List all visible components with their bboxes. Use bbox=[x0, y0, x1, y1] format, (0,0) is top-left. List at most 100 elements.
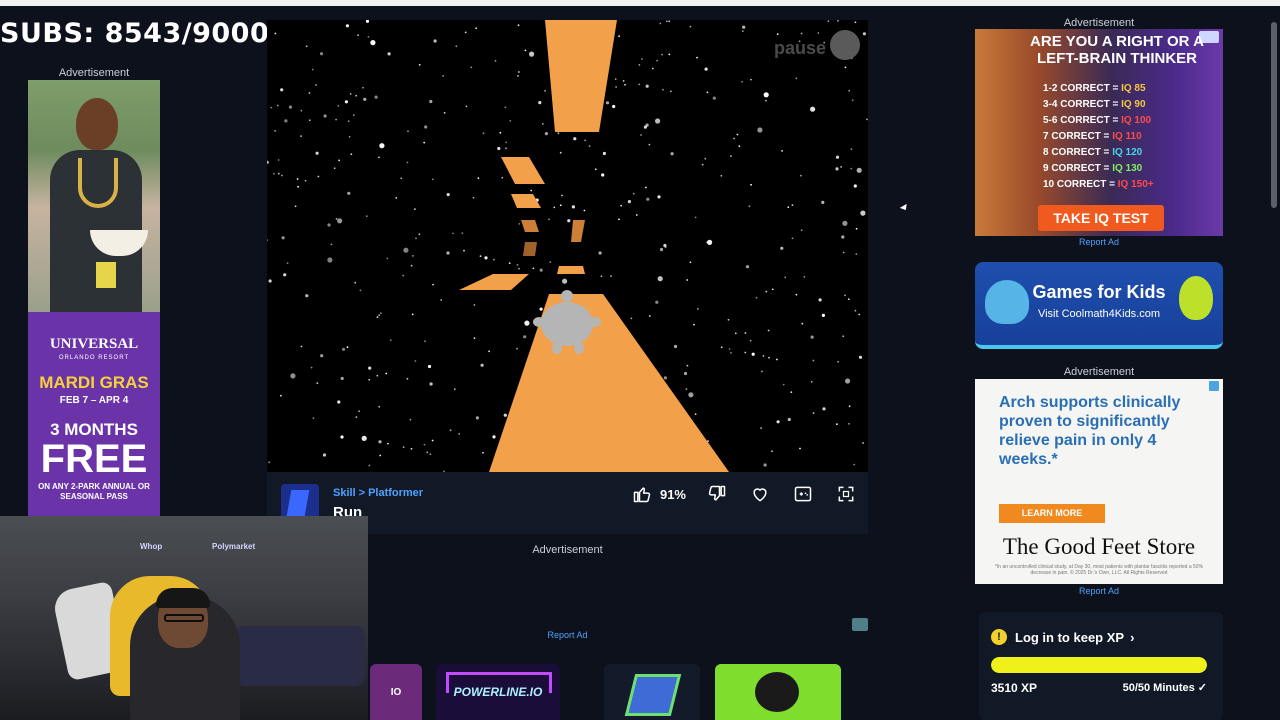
star bbox=[427, 364, 432, 369]
iq-test-ad[interactable]: ARE YOU A RIGHT OR A LEFT-BRAIN THINKER … bbox=[975, 29, 1223, 236]
star bbox=[588, 145, 591, 147]
related-game-card[interactable] bbox=[715, 664, 841, 720]
star bbox=[659, 22, 662, 25]
pause-button[interactable] bbox=[830, 30, 860, 60]
ad-brand-sub: ORLANDO RESORT bbox=[58, 355, 130, 361]
star bbox=[281, 236, 285, 240]
xp-value: 3510 XP bbox=[991, 681, 1038, 695]
page-scrollbar[interactable] bbox=[1271, 22, 1277, 208]
star bbox=[559, 204, 562, 207]
ad-choices-icon[interactable] bbox=[1209, 381, 1219, 391]
star bbox=[646, 197, 650, 201]
star bbox=[499, 131, 502, 134]
star bbox=[446, 251, 450, 255]
games-for-kids-banner[interactable]: Games for Kids Visit Coolmath4Kids.com bbox=[975, 262, 1223, 349]
star bbox=[738, 145, 741, 147]
star bbox=[378, 314, 381, 317]
star bbox=[418, 233, 421, 236]
star bbox=[728, 348, 731, 350]
iq-row: 7 CORRECT = IQ 110 bbox=[1043, 131, 1142, 142]
login-keep-xp-link[interactable]: ! Log in to keep XP › bbox=[991, 629, 1134, 645]
star bbox=[367, 36, 370, 38]
star bbox=[757, 127, 763, 133]
ad-free: FREE bbox=[40, 437, 148, 481]
star bbox=[750, 183, 752, 186]
platform-tile bbox=[521, 220, 539, 232]
iq-row: 1-2 CORRECT = IQ 85 bbox=[1043, 83, 1146, 94]
star bbox=[782, 383, 785, 386]
kids-banner-title: Games for Kids bbox=[1032, 282, 1166, 302]
fullscreen-button[interactable] bbox=[834, 482, 858, 506]
star bbox=[458, 433, 461, 435]
star bbox=[270, 106, 273, 109]
star bbox=[355, 416, 358, 418]
iq-row: 10 CORRECT = IQ 150+ bbox=[1043, 179, 1154, 190]
star bbox=[518, 267, 520, 270]
star bbox=[701, 163, 704, 166]
dislike-button[interactable] bbox=[705, 482, 729, 506]
star bbox=[524, 49, 527, 52]
star bbox=[280, 88, 284, 92]
breadcrumb-platformer[interactable]: Platformer bbox=[368, 487, 423, 499]
related-game-card[interactable]: IO bbox=[370, 664, 422, 720]
star bbox=[840, 166, 842, 168]
star bbox=[482, 451, 484, 454]
star bbox=[670, 90, 672, 93]
star bbox=[610, 275, 612, 277]
star bbox=[848, 405, 851, 408]
star bbox=[615, 86, 617, 88]
ad-promo-panel: UNIVERSAL ORLANDO RESORT MARDI GRAS FEB … bbox=[28, 312, 160, 516]
star bbox=[761, 370, 763, 373]
star bbox=[516, 264, 519, 266]
good-feet-ad[interactable]: Arch supports clinically proven to signi… bbox=[975, 379, 1223, 584]
star bbox=[300, 345, 303, 348]
take-iq-test-button[interactable]: TAKE IQ TEST bbox=[1038, 205, 1164, 231]
favorite-button[interactable] bbox=[748, 482, 772, 506]
report-ad-link[interactable]: Report Ad bbox=[975, 237, 1223, 247]
star bbox=[784, 276, 787, 279]
breadcrumb-skill[interactable]: Skill bbox=[333, 487, 356, 499]
star bbox=[664, 246, 667, 249]
like-button[interactable] bbox=[630, 482, 654, 506]
pause-label: pause bbox=[773, 38, 826, 58]
star bbox=[655, 118, 661, 124]
star bbox=[344, 100, 348, 104]
star bbox=[720, 174, 723, 177]
star bbox=[573, 137, 577, 141]
star bbox=[601, 173, 605, 177]
learn-more-button[interactable]: LEARN MORE bbox=[999, 504, 1105, 523]
related-game-card[interactable]: POWERLINE.IO bbox=[436, 664, 560, 720]
star bbox=[741, 80, 743, 83]
star bbox=[686, 279, 689, 281]
star bbox=[442, 75, 444, 77]
star bbox=[827, 20, 830, 22]
ad-choices-icon[interactable] bbox=[852, 618, 868, 631]
ad-badge bbox=[96, 262, 116, 288]
star bbox=[288, 105, 293, 109]
star bbox=[387, 442, 389, 445]
star bbox=[850, 148, 853, 151]
platform-tile bbox=[501, 157, 545, 184]
star bbox=[803, 276, 806, 278]
star bbox=[475, 27, 478, 30]
star bbox=[337, 218, 343, 224]
star bbox=[727, 318, 730, 321]
star bbox=[668, 53, 671, 56]
report-ad-link[interactable]: Report Ad bbox=[975, 586, 1223, 596]
star bbox=[387, 52, 391, 56]
star bbox=[330, 243, 333, 246]
star bbox=[694, 216, 697, 219]
left-ad-banner[interactable]: UNIVERSAL ORLANDO RESORT MARDI GRAS FEB … bbox=[28, 80, 160, 516]
controls-button[interactable] bbox=[791, 482, 815, 506]
game-scene bbox=[267, 20, 868, 472]
star bbox=[768, 356, 770, 359]
star bbox=[835, 155, 840, 159]
star bbox=[733, 137, 735, 140]
star bbox=[378, 440, 382, 444]
star bbox=[340, 435, 344, 439]
star bbox=[418, 63, 421, 66]
star bbox=[509, 120, 512, 122]
game-canvas[interactable]: pause bbox=[267, 20, 868, 472]
related-game-card[interactable] bbox=[604, 664, 700, 720]
star bbox=[795, 293, 798, 296]
